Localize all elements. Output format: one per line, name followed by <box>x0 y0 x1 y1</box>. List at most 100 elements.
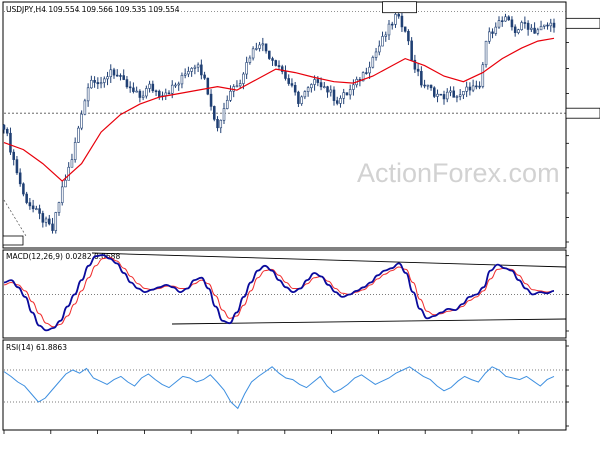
candle-body <box>190 68 193 72</box>
candlestick <box>141 90 145 101</box>
candlestick <box>368 61 371 79</box>
candlestick <box>25 191 28 205</box>
candle-body <box>229 90 232 101</box>
candlestick <box>9 127 12 155</box>
candle-body <box>271 58 274 61</box>
candlestick <box>229 85 232 102</box>
candlestick <box>258 41 261 52</box>
candlestick <box>326 85 329 98</box>
candlestick <box>35 205 38 211</box>
candlestick <box>57 201 61 216</box>
candlestick <box>465 81 468 98</box>
candle-body <box>303 91 307 98</box>
candle-body <box>458 94 462 97</box>
candle-body <box>345 92 349 96</box>
candlestick <box>397 12 400 19</box>
candle-body <box>513 26 517 33</box>
candle-body <box>310 84 313 89</box>
candle-body <box>77 127 80 143</box>
candle-body <box>284 71 287 79</box>
candle-body <box>12 151 15 160</box>
candle-body <box>135 90 138 93</box>
candle-body <box>543 24 546 27</box>
candlestick <box>335 96 339 106</box>
candlestick <box>255 42 258 51</box>
candlestick <box>5 127 9 137</box>
candlestick <box>293 81 297 96</box>
candle-body <box>552 22 556 28</box>
candlestick <box>536 27 540 36</box>
candlestick <box>83 98 87 116</box>
candlestick <box>433 86 436 99</box>
candle-body <box>452 90 455 98</box>
candle-body <box>73 142 77 160</box>
candlestick <box>513 24 517 37</box>
candle-body <box>180 75 184 85</box>
candle-body <box>329 89 333 93</box>
candle-body <box>248 57 252 63</box>
candle-body <box>426 84 430 87</box>
candlestick <box>410 37 413 61</box>
candlestick <box>481 62 485 89</box>
candlestick <box>235 80 239 88</box>
candlestick <box>96 77 100 89</box>
candle-body <box>290 83 294 86</box>
candlestick <box>546 22 549 30</box>
candlestick <box>196 62 200 73</box>
candlestick <box>533 22 536 34</box>
candle-body <box>449 90 452 93</box>
candle-body <box>22 183 25 195</box>
candle-body <box>378 45 381 53</box>
candle-body <box>390 23 394 26</box>
candle-body <box>420 70 423 86</box>
candlestick <box>423 79 426 89</box>
candle-body <box>31 205 35 210</box>
candlestick <box>73 137 77 163</box>
candlestick <box>381 31 384 47</box>
candlestick <box>167 90 171 95</box>
candle-body <box>235 85 239 88</box>
candle-body <box>445 91 449 100</box>
candle-body <box>255 48 258 50</box>
candlestick <box>135 86 138 93</box>
candle-body <box>433 87 436 97</box>
candle-body <box>455 96 459 98</box>
candle-body <box>93 79 96 83</box>
candlestick <box>442 90 446 105</box>
current-price-tag <box>565 17 600 29</box>
candle-body <box>148 83 151 89</box>
candlestick <box>549 18 553 32</box>
candle-body <box>530 27 533 30</box>
candlestick <box>213 105 216 122</box>
candlestick <box>280 64 284 75</box>
candle-body <box>38 208 41 214</box>
price-candles <box>2 11 556 234</box>
candle-body <box>468 86 472 91</box>
candlestick <box>119 73 122 81</box>
candlestick <box>190 67 193 77</box>
candlestick <box>290 78 294 88</box>
candlestick <box>271 56 274 66</box>
candlestick <box>310 83 313 93</box>
candle-body <box>300 96 303 104</box>
candle-body <box>497 20 501 28</box>
candle-body <box>384 34 388 37</box>
candlestick <box>125 76 129 89</box>
candle-body <box>9 132 12 153</box>
candle-body <box>436 93 439 97</box>
rsi-panel: RSI(14) 61.8863 <box>2 339 569 431</box>
trading-chart: USDJPY,H4 109.554 109.566 109.535 109.55… <box>2 1 600 434</box>
candle-body <box>141 95 145 98</box>
candle-body <box>154 90 158 93</box>
candlestick <box>494 22 498 36</box>
candle-body <box>549 22 553 27</box>
candle-body <box>125 79 129 88</box>
candlestick <box>332 86 336 106</box>
candlestick <box>342 88 345 105</box>
candlestick <box>112 67 116 79</box>
candlestick <box>371 55 375 69</box>
candle-body <box>313 79 316 85</box>
candle-body <box>494 26 498 34</box>
chart-window: USDJPY,H4 109.554 109.566 109.535 109.55… <box>0 0 600 450</box>
candlestick <box>526 20 530 36</box>
